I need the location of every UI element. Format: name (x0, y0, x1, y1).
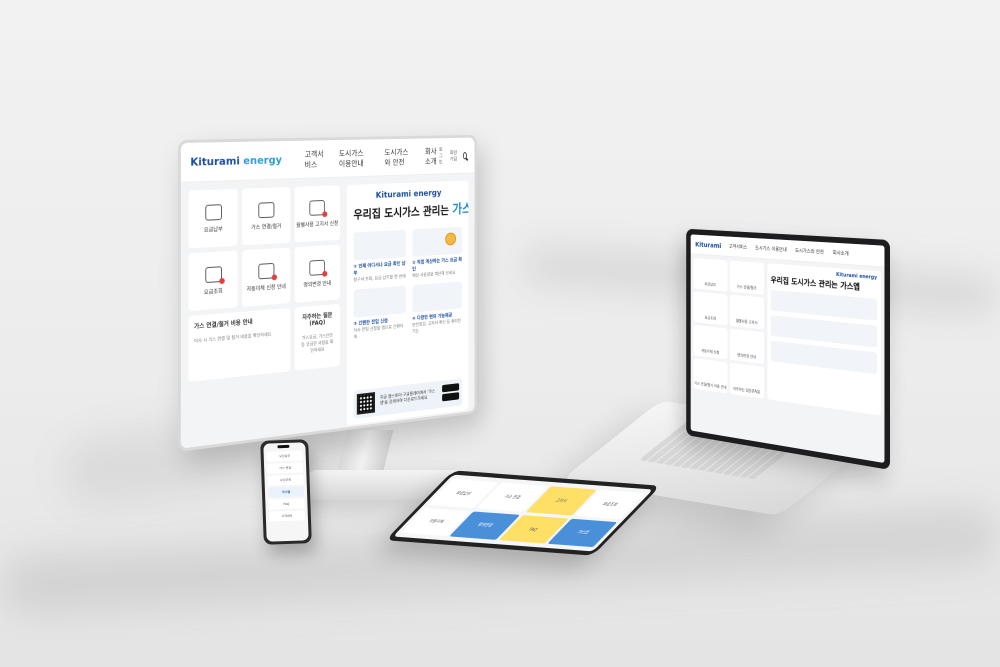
tile-connect-cost[interactable]: 가스 연결/철거 비용 안내 이사 시 가스 연결 및 철거 비용을 확인하세요 (188, 307, 290, 382)
main-menu: 고객서비스 도시가스 이용안내 도시가스와 안전 회사소개 (305, 146, 439, 170)
truck-icon (258, 201, 275, 218)
phone-list-item[interactable]: 요금납부 (266, 450, 303, 462)
feature-item: ① 언제 어디서나 요금 확인 납부 청구서 조회, 요금 납부를 한 번에 (353, 229, 406, 285)
laptop-content: 요금납부 가스 연결/철거 요금조회 월별사용 고지서 자동이체 신청 명의변경… (691, 254, 885, 420)
phone-notch (277, 444, 290, 449)
phone-list-item[interactable]: 고객센터 (268, 510, 306, 522)
phone-screen: 요금납부 가스 연결 요금조회 가스앱 FAQ 고객센터 (263, 442, 309, 542)
feature-item: ② 직접 계산하는 가스 요금 확인 예상 사용량을 계산해 보세요 (412, 226, 463, 280)
tile-faq[interactable]: 자주하는 질문(FAQ) 가스요금, 가스안전 등 궁금한 사항을 확인하세요 (294, 303, 341, 371)
house-illustration (353, 286, 406, 319)
tile-auto-transfer[interactable]: 자동이체 신청 안내 (242, 247, 290, 307)
laptop-tile[interactable]: 요금납부 (693, 257, 728, 292)
tile-subtitle: 가스요금, 가스안전 등 궁금한 사항을 확인하세요 (301, 333, 334, 354)
desktop-monitor: Kiturami energy 고객서비스 도시가스 이용안내 도시가스와 안전… (178, 134, 477, 452)
phone-list-item[interactable]: 가스앱 (267, 486, 305, 498)
tile-label: 가스 연결/철거 (251, 223, 282, 231)
google-play-badge[interactable] (442, 392, 460, 402)
feature-item: ③ 간편한 전입 신청 이사 전입 신청을 앱으로 간편하게 (353, 286, 406, 341)
search-icon (204, 265, 222, 283)
menu-item-customer-service[interactable]: 고객서비스 (305, 148, 324, 169)
app-store-badge[interactable] (442, 383, 460, 393)
phone-illustration (353, 229, 406, 261)
login-link[interactable]: 로그인 (439, 146, 445, 165)
tile-subtitle: 이사 시 가스 연결 및 철거 비용을 확인하세요 (194, 332, 272, 345)
tile-label: 월별사용 고지서 신청 (296, 220, 339, 229)
laptop-screen: Kiturami 고객서비스 도시가스 이용안내 도시가스와 안전 회사소개 요… (690, 234, 885, 464)
store-badges (442, 383, 460, 403)
feature-list: ① 언제 어디서나 요금 확인 납부 청구서 조회, 요금 납부를 한 번에 ② … (353, 226, 463, 342)
laptop-tile[interactable]: 요금조회 (693, 291, 728, 326)
laptop-display: Kiturami 고객서비스 도시가스 이용안내 도시가스와 안전 회사소개 요… (686, 228, 890, 470)
menu-item-company[interactable]: 회사소개 (425, 146, 439, 166)
menu-item[interactable]: 도시가스와 안전 (795, 247, 824, 256)
app-download-box: 지금 앱스토어·구글플레이에서 '가스앱'을 검색하여 다운로드하세요 (353, 378, 463, 419)
phone-bill-icon (309, 199, 326, 216)
coin-illustration (412, 226, 463, 257)
laptop-tile[interactable]: 월별사용 고지서 (729, 294, 765, 330)
feature-item: ④ 다양한 편의 기능제공 안전점검, 고지서 확인 등 편리한 기능 (412, 281, 463, 336)
tile-title: 가스 연결/철거 비용 안내 (194, 318, 253, 331)
tile-title: 자주하는 질문(FAQ) (302, 312, 333, 328)
menu-item-gas-usage[interactable]: 도시가스 이용안내 (339, 147, 370, 168)
tile-label: 요금납부 (203, 226, 223, 234)
phone-list-item[interactable]: 요금조회 (267, 474, 304, 486)
laptop-tile[interactable]: 가스 연결/철거 (729, 260, 765, 295)
smartphone-device: 요금납부 가스 연결 요금조회 가스앱 FAQ 고객센터 (260, 439, 312, 545)
tile-monthly-bill[interactable]: 월별사용 고지서 신청 (294, 185, 341, 243)
search-icon[interactable] (462, 151, 467, 159)
tile-label: 자동이체 신청 안내 (246, 283, 286, 293)
laptop-app-banner[interactable]: Kiturami energy 우리집 도시가스 관리는 가스앱 (767, 263, 881, 416)
tile-label: 명의변경 안내 (303, 280, 332, 289)
tile-name-change[interactable]: 명의변경 안내 (294, 244, 341, 303)
tile-bill-payment[interactable]: 요금납부 (188, 188, 238, 249)
laptop-tile[interactable]: 자동이체 신청 (693, 324, 728, 360)
banner-headline: 우리집 도시가스 관리는 가스앱 (353, 201, 469, 222)
menu-item[interactable]: 회사소개 (833, 249, 849, 257)
tile-gas-connect[interactable]: 가스 연결/철거 (242, 187, 290, 246)
phone-list-item[interactable]: 가스 연결 (266, 462, 304, 474)
menu-item[interactable]: 도시가스 이용안내 (755, 245, 786, 254)
laptop-tile[interactable]: 가스 연결/철거 비용 안내 (693, 357, 728, 394)
gas-app-banner[interactable]: Kiturami energy 우리집 도시가스 관리는 가스앱 ① 언제 어디… (346, 180, 469, 426)
menu-item-gas-safety[interactable]: 도시가스와 안전 (384, 147, 410, 168)
service-tiles: 요금납부 가스 연결/철거 월별사용 고지서 신청 요금조회 자동이체 신청 안… (188, 185, 341, 445)
laptop-tile[interactable]: 명의변경 안내 (729, 328, 765, 365)
phone-list-item[interactable]: FAQ (268, 498, 305, 510)
qr-code-icon[interactable] (356, 392, 376, 415)
menu-item[interactable]: 고객서비스 (729, 243, 747, 251)
brand-logo[interactable]: Kiturami (695, 241, 721, 250)
laptop-tiles: 요금납부 가스 연결/철거 요금조회 월별사용 고지서 자동이체 신청 명의변경… (693, 257, 765, 399)
main-content: 요금납부 가스 연결/철거 월별사용 고지서 신청 요금조회 자동이체 신청 안… (180, 173, 475, 452)
laptop-tile[interactable]: 자주하는 질문(FAQ) (729, 362, 765, 399)
coin-icon (445, 232, 457, 246)
tile-label: 요금조회 (203, 288, 223, 296)
header-tools: 로그인 회원가입 (439, 146, 467, 165)
bill-icon (204, 203, 222, 221)
mobile-icon (258, 262, 275, 279)
brand-logo[interactable]: Kiturami energy (190, 154, 282, 169)
tile-bill-inquiry[interactable]: 요금조회 (188, 250, 238, 312)
signup-link[interactable]: 회원가입 (450, 149, 458, 162)
download-text: 지금 앱스토어·구글플레이에서 '가스앱'을 검색하여 다운로드하세요 (379, 389, 436, 407)
people-icon (309, 259, 326, 276)
hand-phone-illustration (412, 281, 463, 314)
